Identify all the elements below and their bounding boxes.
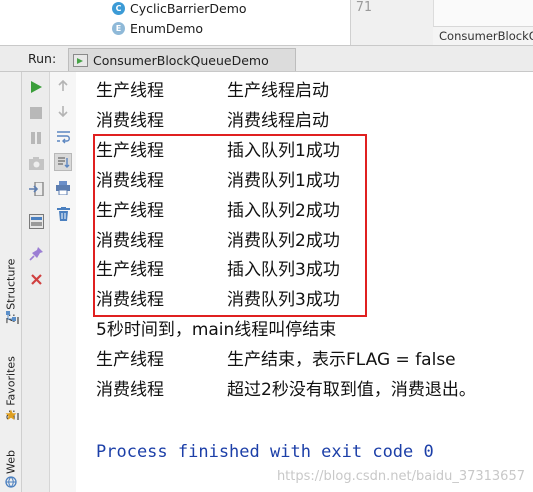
left-tool-stripe: 7: Structure 2: Favorites Web: [0, 72, 22, 492]
run-tab-label: ConsumerBlockQueueDemo: [93, 52, 269, 68]
console-toolbar: [50, 72, 76, 492]
console-line: 生产线程 插入队列3成功: [96, 256, 340, 284]
top-strip: C CyclicBarrierDemo E EnumDemo 71 Consum…: [0, 0, 533, 46]
web-tab-label: Web: [4, 450, 18, 474]
arrow-up-icon: [58, 80, 68, 91]
trash-icon: [56, 207, 70, 221]
tree-item-label: CyclicBarrierDemo: [130, 0, 247, 16]
run-header: Run: ConsumerBlockQueueDemo: [0, 46, 533, 72]
pause-button[interactable]: [27, 129, 45, 147]
console-line: 消费线程 超过2秒没有取到值，消费退出。: [96, 376, 476, 404]
thread-name: 生产线程: [96, 201, 164, 221]
process-exit-line: Process finished with exit code 0: [96, 442, 434, 462]
scroll-up-button[interactable]: [54, 77, 72, 95]
structure-tab-label: : Structure: [4, 258, 18, 317]
pin-tab-button[interactable]: [27, 244, 45, 262]
log-message: 消费线程启动: [227, 111, 329, 131]
log-message: 生产结束，表示FLAG = false: [227, 350, 456, 370]
pin-icon: [28, 246, 43, 261]
console-line: 消费线程 消费队列3成功: [96, 286, 340, 314]
log-message: 插入队列2成功: [227, 201, 340, 221]
editor-tab-consumer-block-queue-demo[interactable]: ConsumerBlockQueueDemo: [433, 26, 533, 46]
log-message: 插入队列3成功: [227, 260, 340, 280]
thread-name: 生产线程: [96, 141, 164, 161]
console-line: 生产线程 生产线程启动: [96, 77, 329, 105]
print-icon: [56, 181, 70, 195]
stop-button[interactable]: [27, 104, 45, 122]
watermark: https://blog.csdn.net/baidu_37313657: [276, 469, 525, 484]
pause-icon: [31, 132, 41, 144]
thread-name: 生产线程: [96, 260, 164, 280]
web-tool-tab[interactable]: Web: [1, 444, 21, 474]
camera-icon: [28, 156, 44, 170]
run-config-icon: [73, 53, 88, 67]
thread-name: 消费线程: [96, 171, 164, 191]
console-output[interactable]: 生产线程 生产线程启动 消费线程 消费线程启动 生产线程 插入队列1成功 消费线程 消费…: [76, 72, 533, 492]
console-line: 消费线程 消费队列1成功: [96, 167, 340, 195]
console-line: 消费线程 消费队列2成功: [96, 227, 340, 255]
play-icon: [31, 81, 42, 93]
layout-button[interactable]: [27, 212, 45, 230]
thread-name: 消费线程: [96, 380, 164, 400]
console-line: 生产线程 插入队列2成功: [96, 197, 340, 225]
log-message: 消费队列2成功: [227, 231, 340, 251]
stop-icon: [30, 107, 42, 119]
thread-name: 消费线程: [96, 290, 164, 310]
enum-icon: E: [112, 21, 125, 35]
console-line: 消费线程 消费线程启动: [96, 107, 329, 135]
dump-threads-button[interactable]: [27, 154, 45, 172]
exit-button[interactable]: [27, 180, 45, 198]
thread-name: 消费线程: [96, 231, 164, 251]
timeout-line: 5秒时间到，main线程叫停结束: [96, 320, 337, 340]
line-number: 71: [356, 0, 372, 15]
arrow-down-icon: [58, 106, 68, 117]
log-message: 超过2秒没有取到值，消费退出。: [227, 380, 476, 400]
tree-item-label: EnumDemo: [130, 20, 204, 36]
exit-icon: [28, 182, 44, 196]
thread-name: 消费线程: [96, 111, 164, 131]
print-button[interactable]: [54, 179, 72, 197]
log-message: 插入队列1成功: [227, 141, 340, 161]
run-label: Run:: [28, 51, 57, 66]
close-icon: [30, 273, 42, 285]
log-message: 消费队列1成功: [227, 171, 340, 191]
class-icon: C: [112, 1, 125, 15]
run-toolbar: [22, 72, 50, 492]
scroll-end-icon: [57, 156, 69, 168]
console-line: 生产线程 生产结束，表示FLAG = false: [96, 346, 456, 374]
console-line: 生产线程 插入队列1成功: [96, 137, 340, 165]
log-message: 消费队列3成功: [227, 290, 340, 310]
soft-wrap-button[interactable]: [54, 128, 72, 146]
run-tab-consumer-block-queue-demo[interactable]: ConsumerBlockQueueDemo: [68, 48, 296, 71]
thread-name: 生产线程: [96, 350, 164, 370]
log-message: 生产线程启动: [227, 81, 329, 101]
star-icon: [5, 409, 17, 420]
tree-item-enum-demo[interactable]: E EnumDemo: [112, 19, 203, 37]
web-icon: [5, 476, 17, 488]
rerun-button[interactable]: [27, 78, 45, 96]
close-run-button[interactable]: [27, 270, 45, 288]
scroll-down-button[interactable]: [54, 102, 72, 120]
layout-icon: [28, 213, 44, 229]
clear-all-button[interactable]: [54, 205, 72, 223]
structure-icon: [6, 311, 16, 321]
thread-name: 生产线程: [96, 81, 164, 101]
favorites-tab-label: : Favorites: [4, 356, 18, 413]
scroll-to-end-button[interactable]: [54, 153, 72, 171]
wrap-icon: [56, 131, 70, 144]
tree-item-cyclic-barrier-demo[interactable]: C CyclicBarrierDemo: [112, 0, 247, 17]
